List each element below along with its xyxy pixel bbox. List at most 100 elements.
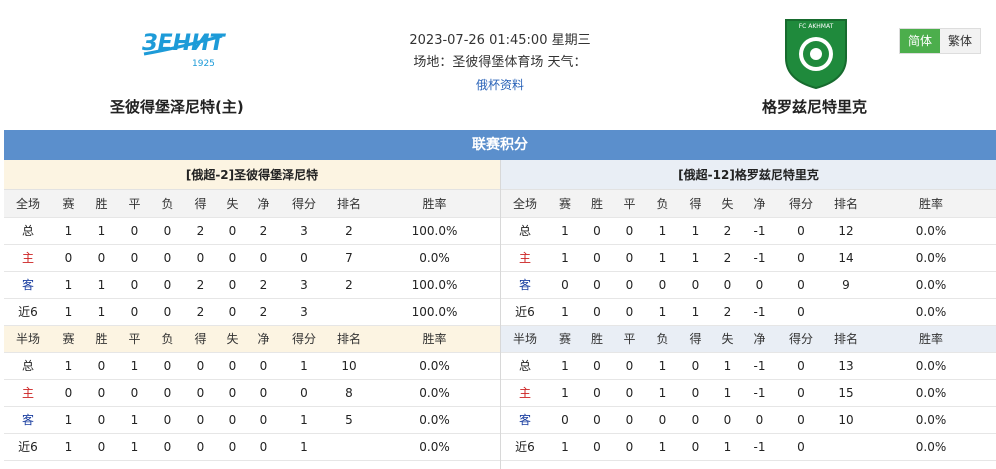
table-cell: 0 [248, 406, 279, 434]
table-cell: 0 [217, 271, 248, 299]
table-cell: 2 [712, 298, 743, 326]
column-header: 胜 [85, 190, 118, 218]
left-half-header-row: 半场赛胜平负得失净得分 排名 胜率 [4, 325, 500, 353]
table-cell: 1 [118, 406, 151, 434]
table-cell: 0 [581, 406, 613, 434]
table-cell: 0 [743, 406, 776, 434]
column-header: 净 [248, 190, 279, 218]
table-cell: 1 [118, 433, 151, 461]
table-cell: 0 [679, 271, 712, 299]
table-cell: 0 [613, 433, 646, 461]
table-cell: 2 [248, 217, 279, 245]
table-cell: 0 [581, 244, 613, 272]
table-cell: 0 [248, 352, 279, 380]
table-cell: 0 [613, 217, 646, 245]
away-standings-title: [俄超-12]格罗兹尼特里克 [501, 160, 996, 190]
column-header: 排名 [826, 325, 866, 353]
cup-info-link[interactable]: 俄杯资料 [340, 74, 660, 96]
match-info: 2023-07-26 01:45:00 星期三 场地：圣彼得堡体育场 天气： 俄… [340, 30, 660, 96]
column-header: 全场 [4, 190, 52, 218]
table-cell: 0.0% [866, 217, 996, 245]
table-cell: 0 [151, 298, 184, 326]
row-label: 总 [501, 352, 549, 380]
table-cell: 0 [549, 271, 581, 299]
table-cell: 14 [826, 244, 866, 272]
column-header: 平 [613, 325, 646, 353]
right-half-header-row: 半场赛胜平负得失净得分 排名 胜率 [501, 325, 996, 353]
column-header: 得分 [279, 325, 329, 353]
simplified-chinese-button[interactable]: 简体 [900, 29, 940, 53]
table-cell: 0 [549, 406, 581, 434]
traditional-chinese-button[interactable]: 繁体 [940, 29, 980, 53]
table-cell: 1 [279, 406, 329, 434]
table-cell: 1 [52, 298, 85, 326]
home-team-logo[interactable]: ЗЕНИТ 1925 [138, 26, 226, 72]
away-team-name[interactable]: 格罗兹尼特里克 [762, 96, 867, 117]
table-cell: 10 [329, 352, 369, 380]
column-header: 净 [248, 325, 279, 353]
column-header: 得分 [279, 190, 329, 218]
table-cell: 1 [646, 433, 679, 461]
left-full-header-row: 全场赛胜平负得失净得分 排名 胜率 [4, 190, 500, 218]
language-toggle: 简体 繁体 [899, 28, 981, 54]
table-row: 主 0 0 0 0 0 0 0 0 8 0.0% [4, 379, 500, 407]
table-cell: 0 [217, 352, 248, 380]
table-cell: 1 [646, 379, 679, 407]
table-cell: 1 [712, 433, 743, 461]
table-cell: 0 [613, 406, 646, 434]
table-cell: 0 [776, 217, 826, 245]
table-row: 总 1 0 0 1 0 1 -1 0 13 0.0% [501, 352, 996, 380]
table-cell: 0 [776, 271, 826, 299]
table-cell: 1 [85, 298, 118, 326]
table-cell: 3 [279, 298, 329, 326]
table-cell: 0 [613, 298, 646, 326]
table-cell: 0 [151, 406, 184, 434]
row-label: 总 [501, 217, 549, 245]
column-header: 平 [118, 325, 151, 353]
table-cell: 2 [329, 271, 369, 299]
table-cell: 0 [646, 271, 679, 299]
match-venue: 场地：圣彼得堡体育场 天气： [413, 55, 587, 70]
table-cell: 0.0% [369, 244, 500, 272]
table-cell: 0 [679, 352, 712, 380]
table-cell: -1 [743, 244, 776, 272]
table-cell: 1 [679, 244, 712, 272]
table-cell: 0 [85, 406, 118, 434]
table-cell: 0.0% [369, 433, 500, 461]
column-header: 负 [646, 325, 679, 353]
table-cell [826, 433, 866, 461]
row-label: 客 [501, 271, 549, 299]
table-cell: 2 [184, 271, 217, 299]
table-cell: 2 [712, 244, 743, 272]
column-header: 半场 [501, 325, 549, 353]
table-cell: 1 [52, 352, 85, 380]
table-cell: 0 [85, 352, 118, 380]
table-cell: 0 [217, 298, 248, 326]
table-cell: 9 [826, 271, 866, 299]
table-cell: 0.0% [866, 433, 996, 461]
table-cell: 8 [329, 379, 369, 407]
column-header: 负 [646, 190, 679, 218]
row-label: 总 [4, 352, 52, 380]
table-cell: 0.0% [866, 271, 996, 299]
column-header: 胜率 [866, 325, 996, 353]
table-cell: 2 [712, 217, 743, 245]
home-team-name[interactable]: 圣彼得堡泽尼特(主) [110, 96, 244, 117]
table-row: 主 1 0 0 1 1 2 -1 0 14 0.0% [501, 244, 996, 272]
table-cell: 1 [679, 217, 712, 245]
table-row: 总 1 0 0 1 1 2 -1 0 12 0.0% [501, 217, 996, 245]
table-cell: 100.0% [369, 217, 500, 245]
table-row: 近6 1 0 0 1 1 2 -1 0 0.0% [501, 298, 996, 326]
table-cell: 0 [248, 244, 279, 272]
table-cell: 0 [679, 379, 712, 407]
table-cell: 0 [118, 244, 151, 272]
table-cell: 0 [184, 352, 217, 380]
table-row: 客 0 0 0 0 0 0 0 0 10 0.0% [501, 406, 996, 434]
table-cell: 1 [549, 244, 581, 272]
column-header: 失 [217, 190, 248, 218]
table-cell: 12 [826, 217, 866, 245]
table-cell: 0 [613, 271, 646, 299]
table-cell: 0 [581, 379, 613, 407]
table-cell: 0 [776, 298, 826, 326]
away-team-logo[interactable]: FC AKHMAT [780, 14, 852, 90]
